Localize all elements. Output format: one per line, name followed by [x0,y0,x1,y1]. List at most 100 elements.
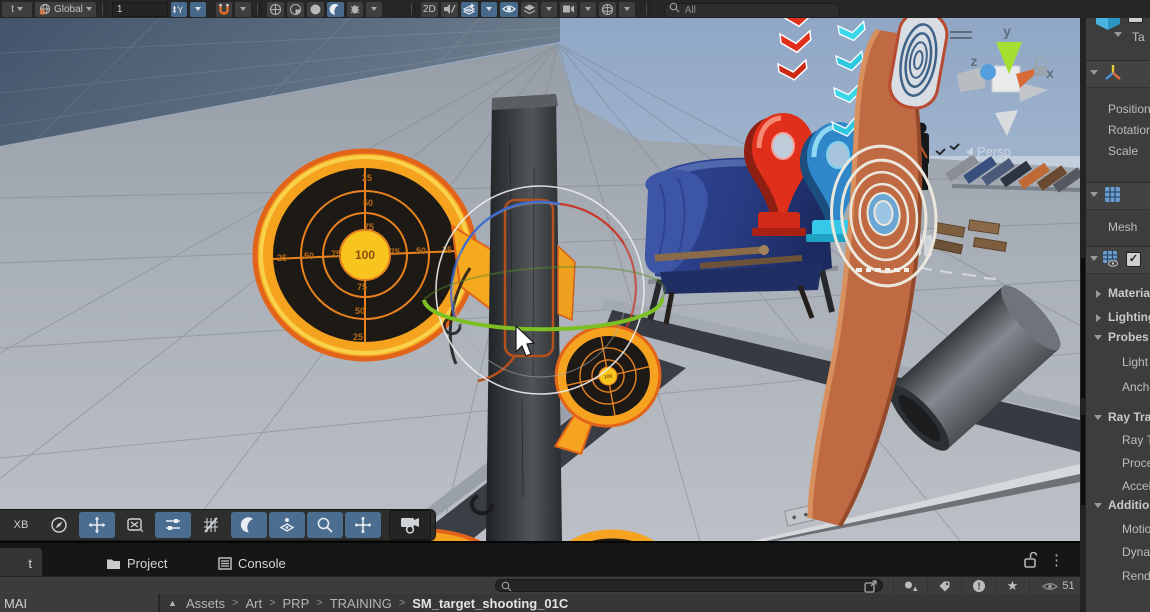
kebab-menu-icon[interactable]: ⋮ [1049,551,1064,569]
settings-sliders-button[interactable] [155,512,191,538]
lighting-foldout[interactable]: Lighting [1108,310,1150,324]
visibility-count-button[interactable]: 51 [1029,577,1087,595]
breadcrumb-item[interactable]: Art [245,596,262,611]
camera-settings-dropdown[interactable] [579,1,596,17]
gizmo-selector-button[interactable] [266,1,284,17]
gizmo-visibility-button[interactable] [269,512,305,538]
overlay-partial-label: XB [13,519,29,531]
ray-tracing-foldout[interactable]: Ray Tracing [1108,410,1150,424]
anchor-override-label: Anchor Override [1122,380,1150,394]
layers-button[interactable] [520,1,538,17]
svg-text:75: 75 [364,222,374,232]
scene-search-input[interactable] [663,3,840,18]
scene-search [663,0,840,18]
grid-size-field[interactable] [111,1,168,17]
foldout-arrow-icon[interactable] [1090,256,1098,261]
probes-foldout[interactable]: Probes [1108,330,1150,344]
unlock-icon[interactable] [1023,551,1038,573]
open-new-window-icon[interactable] [864,580,877,593]
additional-settings-foldout[interactable]: Additional Settings [1108,498,1150,512]
perspective-indicator[interactable]: Persp [966,144,1011,159]
camera-settings-button[interactable] [559,1,577,17]
gizmos-button[interactable] [598,1,616,17]
move-tool-button[interactable] [79,512,115,538]
foldout-arrow-icon[interactable] [1096,314,1101,322]
sliders-icon [166,519,180,530]
collapse-arrow-icon[interactable]: ▲ [168,598,177,608]
pivot-toggle-button[interactable]: t [2,1,32,17]
transform-icon [1104,64,1122,85]
view-options-button[interactable] [41,512,77,538]
foldout-arrow-icon[interactable] [1094,503,1102,508]
hidden-packages-button[interactable]: ! [961,577,995,595]
layers-dropdown[interactable] [540,1,557,17]
project-search-input[interactable] [495,579,883,592]
favorites-button[interactable]: ★ [995,577,1029,595]
audio-mute-button[interactable] [440,1,458,17]
axis-constraint-dropdown[interactable] [189,1,206,17]
filter-by-type-button[interactable] [893,577,927,595]
main-toolbar: t Global Y [0,0,1150,18]
foldout-arrow-icon[interactable] [1096,290,1101,298]
filled-circle-icon [310,4,321,14]
bottom-tab-bar: t Project Console ⋮ [0,541,1086,578]
z-axis-handle[interactable] [980,64,996,80]
snap-dropdown[interactable] [234,1,251,17]
layers-sparkle-icon [462,3,475,15]
camera-preview-button[interactable] [389,510,431,540]
breadcrumb-item[interactable]: Assets [186,596,225,611]
breadcrumb-item[interactable]: PRP [283,596,310,611]
breadcrumb-item-current[interactable]: SM_target_shooting_01C [412,596,568,611]
shapes-icon [904,581,917,591]
svg-text:Y: Y [178,5,184,15]
renderer-enabled-checkbox[interactable]: ✓ [1126,252,1141,267]
effects-toggle-button[interactable] [460,1,478,17]
materials-foldout[interactable]: Materials [1108,286,1150,300]
star-icon: ★ [1006,578,1019,593]
toolbar-separator [645,3,650,15]
chevron-down-icon[interactable] [1114,32,1122,37]
folder-tree-cell[interactable]: MAI [0,594,160,612]
pivot-label: t [11,3,14,15]
speaker-muted-icon [443,4,456,14]
breadcrumb-separator: > [316,597,323,609]
tab-console[interactable]: Console [208,548,296,578]
axis-constraint-button[interactable]: Y [170,1,187,17]
rect-tool-button[interactable] [117,512,153,538]
2d-view-button[interactable]: 2D [420,1,438,17]
shading-mode-button[interactable] [231,512,267,538]
foldout-arrow-icon[interactable] [1094,415,1102,420]
debug-draw-dropdown[interactable] [365,1,382,17]
effects-dropdown[interactable] [480,1,497,17]
tab-label: Project [127,555,168,571]
handle-orientation-button[interactable]: Global [35,1,96,17]
foldout-arrow-icon[interactable] [1090,70,1098,75]
foldout-arrow-icon[interactable] [1090,192,1098,197]
persp-label-text: Persp [977,144,1011,159]
tab-active-partial[interactable]: t [0,548,42,578]
diamond-dot-icon [279,518,295,532]
axis-y-label: y [1003,23,1011,39]
gizmos-dropdown[interactable] [618,1,635,17]
filter-by-label-button[interactable] [927,577,961,595]
folder-tree-label: MAI [4,596,28,611]
foldout-arrow-icon[interactable] [1094,335,1102,340]
unity-editor-window: t Global Y [0,0,1150,612]
crescent-icon [240,517,254,533]
lighting-toggle-button[interactable] [326,1,344,17]
grid-slash-icon [204,517,218,533]
breadcrumb-item[interactable]: TRAINING [330,596,392,611]
scene-view[interactable]: 100 25 50 75 75 50 25 25 50 75 75 50 25 [0,18,1080,541]
scene-visibility-button[interactable] [499,1,518,17]
folder-icon [107,559,120,569]
search-tool-button[interactable] [307,512,343,538]
debug-draw-button[interactable] [346,1,363,17]
overlay-partial-button[interactable]: XB [3,512,39,538]
orbit-view-button[interactable] [286,1,304,17]
grid-snap-button[interactable] [193,512,229,538]
shaded-mode-button[interactable] [306,1,324,17]
tab-project[interactable]: Project [96,548,177,578]
rotation-label: Rotation [1108,123,1150,137]
snap-button[interactable] [215,1,232,17]
pivot-crosshair-button[interactable] [345,512,381,538]
